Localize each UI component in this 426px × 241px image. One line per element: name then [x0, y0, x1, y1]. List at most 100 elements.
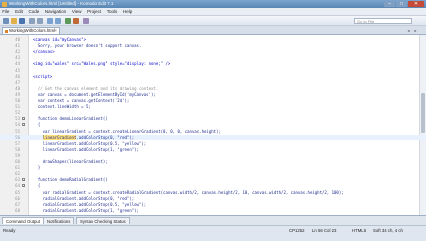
- close-button[interactable]: ✕: [408, 1, 424, 7]
- line-number: 47: [15, 79, 20, 85]
- code-text: var canvas = document.getElementById('my…: [33, 91, 156, 97]
- app-icon: [2, 1, 7, 7]
- line-number: 61: [15, 165, 20, 171]
- code-line[interactable]: 63− function demoRadialGradient(): [0, 177, 426, 182]
- editor-tab[interactable]: WorkingWithColors.html ×: [2, 27, 60, 34]
- redo-icon[interactable]: [37, 17, 43, 24]
- code-text: {: [33, 183, 41, 189]
- menu-view[interactable]: View: [70, 8, 84, 15]
- code-line[interactable]: 60 drawShapes(linearGradient);: [0, 159, 426, 164]
- code-line[interactable]: 40 <canvas id="myCanvas">: [0, 37, 426, 42]
- code-text: </canvas>: [33, 49, 55, 55]
- run-icon[interactable]: [65, 17, 71, 24]
- code-text: linearGradient.addColorStop(1, "green");: [33, 146, 139, 152]
- menu-edit[interactable]: Edit: [13, 8, 25, 15]
- code-line[interactable]: 45: [0, 68, 426, 73]
- forward-icon[interactable]: [55, 17, 61, 24]
- code-editor[interactable]: 40 <canvas id="myCanvas"> 41 Sorry, your b…: [0, 35, 426, 215]
- line-number: 46: [15, 73, 20, 79]
- line-number: 58: [15, 146, 20, 152]
- language-status[interactable]: HTML5: [352, 226, 366, 235]
- toolbox-icon[interactable]: [83, 17, 89, 24]
- code-line[interactable]: 50 var context = canvas.getContext('2d')…: [0, 98, 426, 103]
- fold-toggle-icon[interactable]: −: [22, 123, 25, 127]
- line-number: 56: [15, 134, 20, 140]
- code-text: var radialGradient = context.createRadia…: [33, 189, 344, 195]
- line-number: 49: [15, 91, 20, 97]
- undo-icon[interactable]: [29, 17, 35, 24]
- code-line[interactable]: 47: [0, 80, 426, 85]
- html-file-icon: [4, 29, 8, 33]
- line-number: 41: [15, 43, 20, 49]
- code-line[interactable]: 58 linearGradient.addColorStop(1, "green…: [0, 147, 426, 152]
- code-line[interactable]: 56 linearGradient.addColorStop(0, "red")…: [0, 134, 426, 140]
- code-line[interactable]: 57 linearGradient.addColorStop(0.5, "yel…: [0, 141, 426, 146]
- code-text: linearGradient.addColorStop(0, "red");: [42, 134, 135, 140]
- tab-notifications[interactable]: Notifications: [43, 217, 75, 224]
- code-line[interactable]: 48 // Get the canvas element and its dra…: [0, 86, 426, 91]
- tab-right-icon[interactable]: ▸: [413, 28, 418, 33]
- editor-tab-strip: WorkingWithColors.html × ◂ ▸: [0, 26, 426, 35]
- code-text: function demoLinearGradient(): [33, 116, 108, 122]
- tab-syntax-checking[interactable]: Syntax Checking Status: [76, 217, 130, 224]
- code-line[interactable]: 49 var canvas = document.getElementById(…: [0, 92, 426, 97]
- fold-toggle-icon[interactable]: −: [22, 184, 25, 188]
- code-text: Sorry, your browser doesn't support canv…: [33, 43, 142, 49]
- menu-code[interactable]: Code: [26, 8, 41, 15]
- code-line[interactable]: 68 radialGradient.addColorStop(1, "green…: [0, 208, 426, 213]
- code-line[interactable]: 43: [0, 55, 426, 60]
- maximize-button[interactable]: □: [396, 1, 407, 7]
- code-line[interactable]: 66 radialGradient.addColorStop(0, "red")…: [0, 196, 426, 201]
- line-number: 57: [15, 140, 20, 146]
- save-icon[interactable]: [19, 17, 25, 24]
- menu-help[interactable]: Help: [121, 8, 135, 15]
- selected-identifier: linearGradient: [42, 134, 77, 140]
- code-text: function demoRadialGradient(): [33, 177, 108, 183]
- menu-tools[interactable]: Tools: [105, 8, 120, 15]
- tab-left-icon[interactable]: ◂: [406, 28, 411, 33]
- code-line[interactable]: 61 }: [0, 165, 426, 170]
- code-line[interactable]: 42 </canvas>: [0, 49, 426, 54]
- line-number: 48: [15, 85, 20, 91]
- code-line[interactable]: 67 radialGradient.addColorStop(0.5, "yel…: [0, 202, 426, 207]
- code-line[interactable]: 54− {: [0, 122, 426, 127]
- preview-icon[interactable]: [73, 17, 79, 24]
- code-line[interactable]: 64− {: [0, 183, 426, 188]
- code-line[interactable]: 41 Sorry, your browser doesn't support c…: [0, 43, 426, 48]
- line-number: 64: [15, 183, 20, 189]
- minimize-button[interactable]: –: [384, 1, 395, 7]
- line-number: 45: [15, 67, 20, 73]
- line-number: 65: [15, 189, 20, 195]
- fold-toggle-icon[interactable]: −: [22, 117, 25, 121]
- code-line[interactable]: 59: [0, 153, 426, 158]
- open-folder-icon[interactable]: [11, 17, 17, 24]
- fold-toggle-icon[interactable]: −: [22, 178, 25, 182]
- code-line[interactable]: 44 <img id="wales" src="Wales.png" style=…: [0, 61, 426, 66]
- menu-file[interactable]: File: [0, 8, 12, 15]
- menu-project[interactable]: Project: [85, 8, 103, 15]
- code-line[interactable]: 51 context.lineWidth = 5;: [0, 104, 426, 109]
- line-number: 40: [15, 37, 20, 42]
- code-text: <canvas id="myCanvas">: [33, 37, 86, 42]
- line-number: 52: [15, 110, 20, 116]
- bottom-pane-tabs: Command Output Notifications Syntax Chec…: [0, 215, 426, 225]
- encoding-status[interactable]: CP1252: [289, 226, 305, 235]
- toolbar: Go to File: [0, 16, 426, 26]
- line-number: 66: [15, 195, 20, 201]
- back-icon[interactable]: [47, 17, 53, 24]
- indent-status[interactable]: Soft 34 ch, 4 ch: [373, 226, 403, 235]
- menu-navigation[interactable]: Navigation: [43, 8, 69, 15]
- tab-command-output[interactable]: Command Output: [2, 217, 44, 224]
- code-line[interactable]: 65 var radialGradient = context.createRa…: [0, 190, 426, 195]
- status-bar: Ready CP1252 Ln 56 Col 23 HTML5 Soft 34 …: [0, 225, 426, 241]
- code-line[interactable]: 55 var linearGradient = context.createLi…: [0, 129, 426, 134]
- goto-file-input[interactable]: Go to File: [354, 17, 412, 24]
- tab-close-icon[interactable]: ×: [54, 28, 57, 34]
- cursor-position[interactable]: Ln 56 Col 23: [312, 226, 336, 235]
- code-text: linearGradient.addColorStop(0.5, "yellow…: [33, 140, 147, 146]
- code-line[interactable]: 52: [0, 110, 426, 115]
- code-line[interactable]: 62: [0, 171, 426, 176]
- new-file-icon[interactable]: [3, 17, 9, 24]
- code-line[interactable]: 53− function demoLinearGradient(): [0, 116, 426, 121]
- code-line[interactable]: 46 <script>: [0, 74, 426, 79]
